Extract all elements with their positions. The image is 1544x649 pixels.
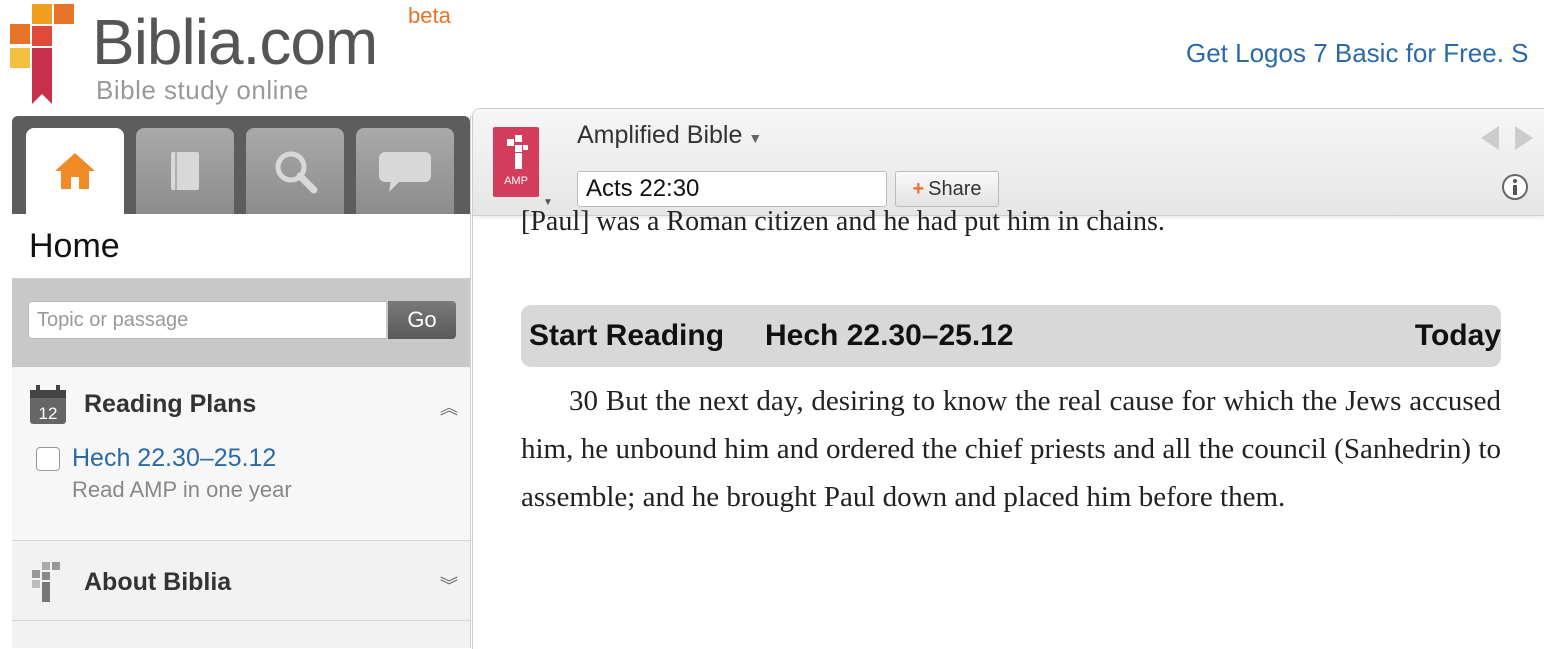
panel-title-text: Home [29, 227, 120, 265]
reading-plans-title: Reading Plans [84, 390, 257, 418]
previous-verse-text: [Paul] was a Roman citizen and he had pu… [521, 206, 1165, 237]
reading-plan-link[interactable]: Hech 22.30–25.12 [72, 443, 276, 473]
calendar-day: 12 [39, 404, 58, 423]
reading-plans-header[interactable]: 12 Reading Plans ︽ [28, 384, 458, 424]
version-selector[interactable]: Amplified Bible ▼ [577, 121, 762, 152]
about-title: About Biblia [84, 568, 232, 596]
passage-text: 30 But the next day, desiring to know th… [521, 385, 1501, 513]
home-icon [55, 153, 95, 189]
biblia-small-logo-icon [32, 562, 60, 602]
expand-chevron-icon[interactable]: ︾ [440, 572, 458, 598]
reading-range-label: Hech 22.30–25.12 [765, 319, 1014, 352]
bible-reader-panel: AMP ▼ Amplified Bible ▼ +Share [Paul] was… [472, 108, 1544, 649]
panel-title: Home [12, 214, 470, 279]
topic-search-input[interactable] [28, 301, 386, 339]
biblia-cross-logo-icon [10, 4, 74, 104]
sidebar-tabbar [12, 116, 470, 214]
nav-arrows [1481, 126, 1533, 150]
sidebar-search: Go [12, 279, 470, 367]
reading-plan-item: Hech 22.30–25.12 Read AMP in one year [36, 443, 456, 513]
book-icon [171, 152, 199, 190]
reading-plans-section: 12 Reading Plans ︽ Hech 22.30–25.12 Read… [12, 368, 470, 541]
reader-toolbar: AMP ▼ Amplified Bible ▼ +Share [473, 109, 1544, 216]
tab-home[interactable] [26, 128, 124, 214]
forward-arrow-icon[interactable] [1515, 126, 1533, 150]
go-button[interactable]: Go [388, 301, 456, 339]
plus-icon: + [912, 177, 925, 200]
biblia-logo[interactable]: Biblia.com Bible study online beta [10, 4, 480, 104]
calendar-icon: 12 [30, 385, 66, 424]
share-label: Share [928, 177, 982, 200]
amp-resource-icon[interactable]: AMP [493, 127, 539, 197]
tab-library[interactable] [136, 128, 234, 214]
tab-search[interactable] [246, 128, 344, 214]
version-name: Amplified Bible [577, 121, 743, 149]
tab-community[interactable] [356, 128, 454, 214]
collapse-chevron-icon[interactable]: ︽ [440, 394, 458, 420]
sidebar: Home Go 12 Reading Plans ︽ Hech 22.30–25… [12, 116, 471, 648]
info-icon[interactable] [1501, 173, 1529, 201]
amp-label: AMP [504, 175, 528, 187]
about-section[interactable]: About Biblia ︾ [12, 542, 470, 621]
reading-plan-bar: Start Reading Hech 22.30–25.12 Today [521, 305, 1501, 367]
version-caret-icon: ▼ [748, 130, 763, 146]
cross-icon [507, 135, 528, 169]
reading-plan-description: Read AMP in one year [72, 477, 292, 502]
plan-checkbox[interactable] [36, 447, 60, 471]
beta-badge: beta [408, 3, 451, 28]
logo-wordmark: Biblia.com [92, 6, 378, 78]
reference-input[interactable] [577, 171, 887, 207]
back-arrow-icon[interactable] [1481, 126, 1499, 150]
today-label: Today [1414, 319, 1501, 352]
share-button[interactable]: + Share [895, 171, 999, 207]
about-header[interactable]: About Biblia ︾ [28, 562, 458, 602]
search-icon [275, 151, 318, 194]
speech-bubble-icon [379, 152, 431, 192]
logo-tagline: Bible study online [96, 75, 309, 105]
promo-link[interactable]: Get Logos 7 Basic for Free. S [1186, 38, 1529, 68]
start-reading-label: Start Reading [529, 319, 725, 352]
